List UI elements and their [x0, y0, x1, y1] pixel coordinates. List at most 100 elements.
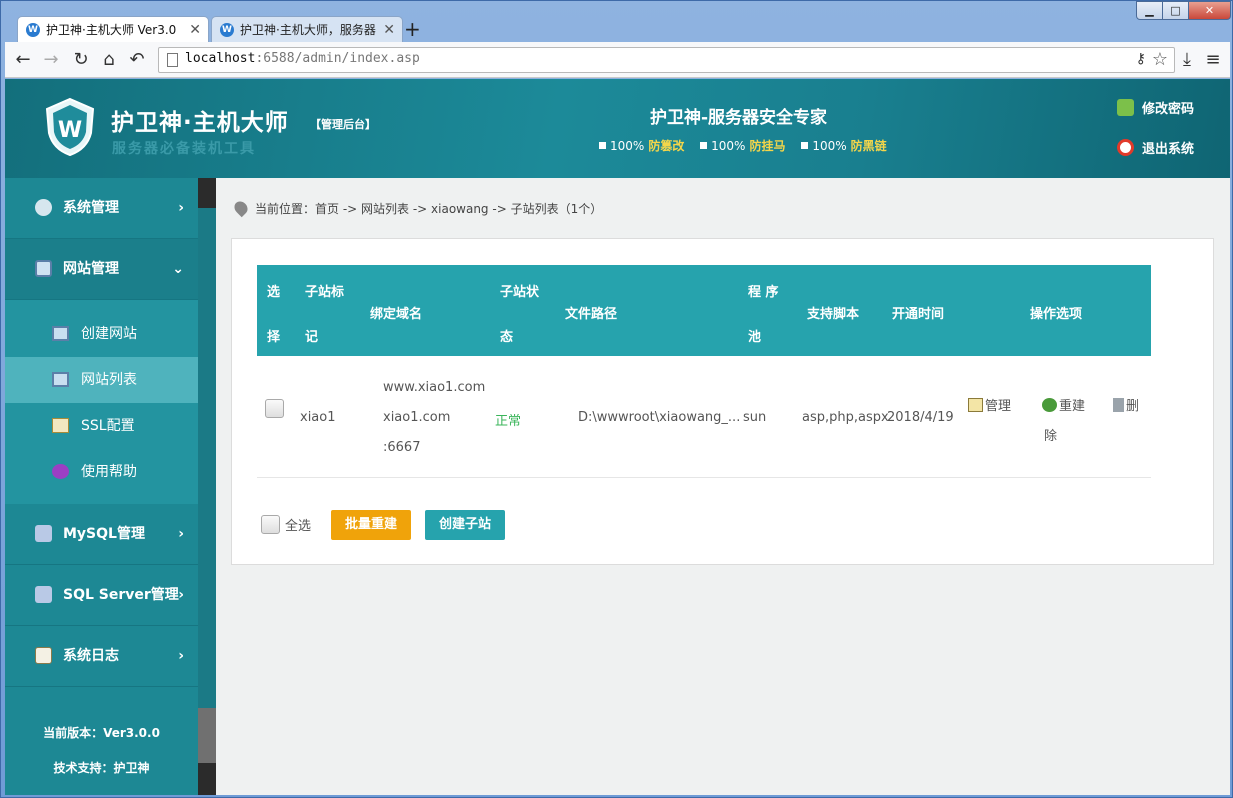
- minimize-button[interactable]: ▁: [1136, 1, 1163, 20]
- table-header: 选 择 子站标 记 绑定域名 子站状 态 文件路径 程 序 池 支持脚本 开通时…: [257, 265, 1151, 356]
- app-pool: sun: [743, 410, 767, 425]
- subsite-tag: xiao1: [300, 410, 336, 425]
- submenu-item-help[interactable]: 使用帮助: [5, 449, 198, 495]
- sidebar-item-label: 系统日志: [63, 648, 119, 664]
- sidebar-item-label: 网站管理: [63, 261, 119, 277]
- browser-tab[interactable]: W 护卫神·主机大师，服务器 ✕: [211, 16, 403, 43]
- rebuild-icon: [1042, 398, 1057, 412]
- supported-scripts: asp,php,aspx: [802, 410, 889, 425]
- close-tab-icon[interactable]: ✕: [383, 17, 395, 43]
- stat-percent: 100%: [812, 139, 847, 153]
- database-icon: [35, 525, 52, 542]
- power-icon: [1117, 139, 1134, 156]
- site-favicon-icon: W: [26, 23, 40, 37]
- stat-bullet-icon: [700, 142, 708, 149]
- browser-tab-active[interactable]: W 护卫神·主机大师 Ver3.0 ✕: [17, 16, 209, 43]
- batch-rebuild-button[interactable]: 批量重建: [331, 510, 411, 540]
- back-arrow-icon[interactable]: ←: [11, 48, 35, 72]
- page-content: W 护卫神·主机大师 【管理后台】 服务器必备装机工具 护卫神-服务器安全专家 …: [5, 79, 1230, 795]
- shield-logo-icon: W: [45, 97, 95, 157]
- select-all-checkbox[interactable]: [261, 515, 280, 534]
- logout-label: 退出系统: [1142, 142, 1195, 157]
- download-icon[interactable]: ⤓: [1175, 48, 1199, 72]
- chevron-right-icon: ›: [178, 648, 184, 664]
- sidebar: 系统管理 › 网站管理 ⌄ 创建网站 网站列表 SSL配置 使用帮助 MySQL…: [5, 178, 198, 795]
- bookmark-star-icon[interactable]: ☆: [1152, 49, 1168, 70]
- key-icon[interactable]: ⚷: [1136, 51, 1146, 67]
- protection-stats: 100% 防篡改 100% 防挂马 100% 防黑链: [599, 137, 899, 154]
- logout-link[interactable]: 退出系统: [1117, 138, 1194, 157]
- delete-label-wrap[interactable]: 除: [1044, 425, 1057, 444]
- add-site-icon: [52, 326, 69, 341]
- col-path-header: 文件路径: [565, 307, 618, 322]
- create-subsite-button[interactable]: 创建子站: [425, 510, 505, 540]
- sidebar-item-logs[interactable]: 系统日志 ›: [5, 626, 198, 687]
- col-ops-header: 操作选项: [1030, 307, 1083, 322]
- col-domain-header: 绑定域名: [370, 307, 423, 322]
- brand-subtitle: 服务器必备装机工具: [112, 141, 256, 157]
- breadcrumb-text: 当前位置：首页 -> 网站列表 -> xiaowang -> 子站列表（1个）: [255, 202, 603, 216]
- new-tab-icon[interactable]: +: [404, 17, 421, 41]
- stat-label: 防挂马: [749, 139, 786, 153]
- log-book-icon: [35, 647, 52, 664]
- sidebar-item-system[interactable]: 系统管理 ›: [5, 178, 198, 239]
- forward-arrow-icon[interactable]: →: [39, 48, 63, 72]
- row-checkbox[interactable]: [265, 399, 284, 418]
- close-window-button[interactable]: ✕: [1188, 1, 1231, 20]
- sidebar-item-sqlserver[interactable]: SQL Server管理 ›: [5, 565, 198, 626]
- subsite-path: D:\wwwroot\xiaowang_...: [578, 410, 741, 425]
- manage-button[interactable]: 管理: [968, 395, 1011, 414]
- submenu-label: 创建网站: [81, 326, 137, 342]
- select-all-label[interactable]: 全选: [285, 515, 311, 534]
- rebuild-label: 重建: [1059, 399, 1086, 414]
- submenu-label: 网站列表: [81, 372, 137, 388]
- maximize-button[interactable]: □: [1162, 1, 1189, 20]
- certificate-icon: [52, 418, 69, 433]
- submenu-item-ssl[interactable]: SSL配置: [5, 403, 198, 449]
- stat-label: 防黑链: [850, 139, 887, 153]
- database-icon: [35, 586, 52, 603]
- delete-button[interactable]: 删: [1113, 395, 1139, 414]
- svg-text:W: W: [58, 118, 82, 143]
- site-favicon-icon: W: [220, 23, 234, 37]
- col-opened-header: 开通时间: [892, 307, 945, 322]
- sidebar-scrollbar[interactable]: [198, 178, 216, 795]
- tab-title: 护卫神·主机大师 Ver3.0: [46, 23, 177, 37]
- rebuild-button[interactable]: 重建: [1042, 395, 1085, 414]
- change-password-label: 修改密码: [1142, 102, 1195, 117]
- trash-icon: [1113, 398, 1124, 412]
- undo-close-tab-icon[interactable]: ↶: [125, 48, 149, 72]
- subsite-port: :6667: [383, 440, 421, 455]
- version-text: 当前版本：Ver3.0.0: [43, 726, 160, 740]
- stat-bullet-icon: [801, 142, 809, 149]
- submenu-label: SSL配置: [81, 418, 135, 434]
- home-icon[interactable]: ⌂: [97, 48, 121, 72]
- col-tag-header: 子站标: [305, 285, 345, 300]
- browser-toolbar: ← → ↻ ⌂ ↶ localhost:6588/admin/index.asp…: [5, 42, 1230, 78]
- col-tag-header: 记: [305, 330, 319, 345]
- address-bar[interactable]: localhost:6588/admin/index.asp ⚷ ☆: [158, 47, 1175, 73]
- lock-icon: [1117, 99, 1134, 116]
- open-date: 2018/4/19: [887, 410, 954, 425]
- col-status-header: 态: [500, 330, 514, 345]
- gear-icon: [35, 199, 52, 216]
- sidebar-item-mysql[interactable]: MySQL管理 ›: [5, 504, 198, 565]
- col-status-header: 子站状: [500, 285, 540, 300]
- reload-icon[interactable]: ↻: [69, 48, 93, 72]
- submenu-item-create-site[interactable]: 创建网站: [5, 311, 198, 357]
- url-text: localhost:6588/admin/index.asp: [185, 51, 420, 66]
- submenu-item-site-list[interactable]: 网站列表: [5, 357, 198, 403]
- table-row: xiao1 www.xiao1.com xiao1.com :6667 正常 D…: [257, 356, 1151, 478]
- change-password-link[interactable]: 修改密码: [1117, 98, 1194, 117]
- scrollbar-thumb[interactable]: [198, 708, 216, 763]
- location-pin-icon: [231, 198, 251, 218]
- sidebar-item-websites[interactable]: 网站管理 ⌄: [5, 239, 198, 300]
- stat-bullet-icon: [599, 142, 606, 149]
- sidebar-item-label: SQL Server管理: [63, 587, 179, 603]
- menu-icon[interactable]: ≡: [1201, 48, 1225, 72]
- col-pool-header: 池: [748, 330, 762, 345]
- close-tab-icon[interactable]: ✕: [189, 17, 201, 43]
- browser-window: W 护卫神·主机大师 Ver3.0 ✕ W 护卫神·主机大师，服务器 ✕ + ▁…: [0, 0, 1233, 798]
- scrollbar-track: [198, 208, 216, 708]
- tab-strip: W 护卫神·主机大师 Ver3.0 ✕ W 护卫神·主机大师，服务器 ✕ + ▁…: [1, 1, 1233, 43]
